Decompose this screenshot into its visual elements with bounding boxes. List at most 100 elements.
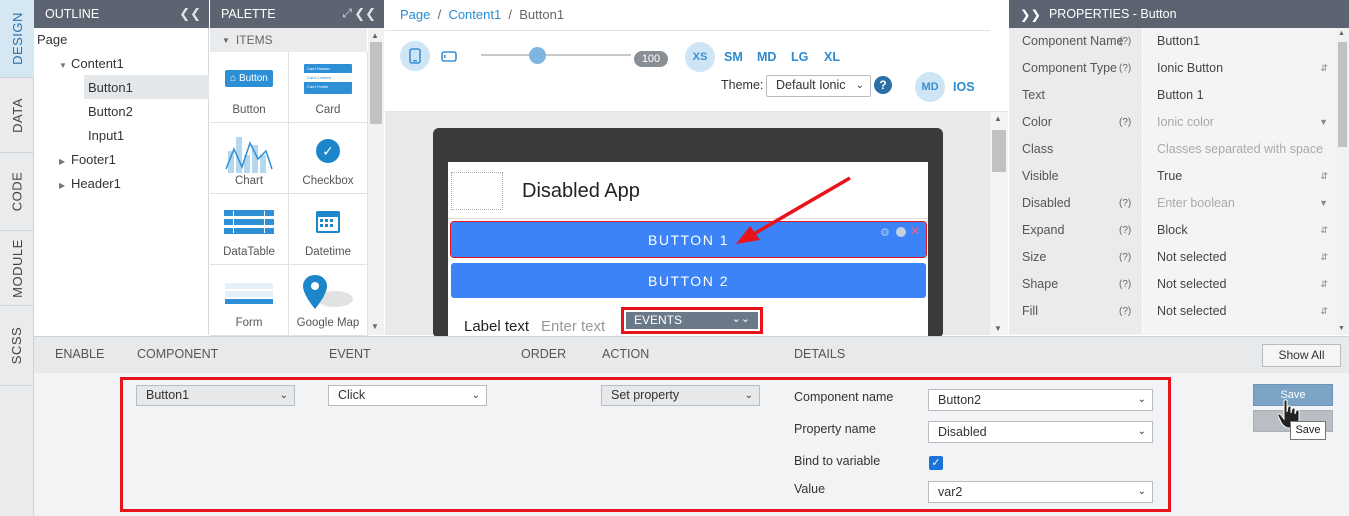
property-name-select[interactable]: Disabled ⌄ <box>928 421 1153 443</box>
scroll-up-icon[interactable]: ▲ <box>994 114 1002 123</box>
input-placeholder[interactable]: Enter text <box>541 318 605 335</box>
prop-row-fill[interactable]: Fill (?) Not selected ⇵ <box>1009 298 1336 325</box>
ionic-button-2[interactable]: BUTTON 2 <box>451 263 926 298</box>
prop-value[interactable]: True ⇵ <box>1143 163 1336 190</box>
size-sm-button[interactable]: SM <box>724 50 743 64</box>
gear-icon[interactable]: ⚙ <box>880 226 890 239</box>
zoom-slider-handle[interactable] <box>529 47 546 64</box>
help-icon[interactable]: ? <box>874 76 892 94</box>
help-icon[interactable]: (?) <box>1119 55 1131 82</box>
scroll-down-icon[interactable]: ▼ <box>371 322 379 331</box>
prop-value[interactable]: Ionic color ▼ <box>1143 109 1336 136</box>
tab-design[interactable]: DESIGN <box>0 0 34 78</box>
close-icon[interactable]: ✕ <box>910 224 920 238</box>
size-md-button[interactable]: MD <box>757 50 776 64</box>
help-icon[interactable]: (?) <box>1119 109 1131 136</box>
bind-to-variable-checkbox[interactable]: ✓ <box>929 456 943 470</box>
help-icon[interactable]: (?) <box>1119 28 1131 55</box>
palette-scroll-thumb[interactable] <box>370 42 382 124</box>
scroll-up-icon[interactable]: ▲ <box>371 31 379 40</box>
tree-item-header1[interactable]: ▶ Header1 <box>59 176 121 191</box>
collapse-right-icon[interactable]: ❯❯ <box>1020 7 1041 22</box>
expanded-arrow-icon[interactable]: ▼ <box>59 61 71 70</box>
action-select[interactable]: Set property ⌄ <box>601 385 760 406</box>
value-select[interactable]: var2 ⌄ <box>928 481 1153 503</box>
prop-row-color[interactable]: Color (?) Ionic color ▼ <box>1009 109 1336 136</box>
help-icon[interactable]: (?) <box>1119 244 1131 271</box>
canvas-scroll-thumb[interactable] <box>992 130 1006 172</box>
prop-value[interactable]: Not selected ⇵ <box>1143 298 1336 325</box>
scroll-down-icon[interactable]: ▼ <box>994 324 1002 333</box>
copy-icon[interactable] <box>896 227 906 237</box>
size-xl-button[interactable]: XL <box>824 50 840 64</box>
prop-row-component-name[interactable]: Component Name (?) Button1 <box>1009 28 1336 55</box>
component-name-select[interactable]: Button2 ⌄ <box>928 389 1153 411</box>
palette-section-header[interactable]: ▼ ITEMS <box>210 28 367 52</box>
collapse-left-icon[interactable]: ❮❮ <box>354 6 376 22</box>
prop-row-size[interactable]: Size (?) Not selected ⇵ <box>1009 244 1336 271</box>
theme-select[interactable]: Default Ionic ⌄ <box>766 75 871 97</box>
tab-module[interactable]: MODULE <box>0 231 34 306</box>
size-xs-button[interactable]: XS <box>685 42 715 72</box>
prop-row-shape[interactable]: Shape (?) Not selected ⇵ <box>1009 271 1336 298</box>
prop-value[interactable]: Button 1 <box>1143 82 1336 109</box>
help-icon[interactable]: (?) <box>1119 298 1131 325</box>
prop-row-class[interactable]: Class Classes separated with space <box>1009 136 1336 163</box>
event-select[interactable]: Click ⌄ <box>328 385 487 406</box>
prop-value[interactable]: Ionic Button ⇵ <box>1143 55 1336 82</box>
show-all-button[interactable]: Show All <box>1262 344 1341 367</box>
prop-row-component-type[interactable]: Component Type (?) Ionic Button ⇵ <box>1009 55 1336 82</box>
mode-ios-button[interactable]: IOS <box>953 80 975 94</box>
tab-data[interactable]: DATA <box>0 78 34 153</box>
palette-item-button[interactable]: ⌂ Button Button <box>210 52 289 123</box>
canvas-scrollbar[interactable]: ▲ ▼ <box>990 112 1008 335</box>
help-icon[interactable]: (?) <box>1119 190 1131 217</box>
mode-md-button[interactable]: MD <box>915 72 945 102</box>
palette-item-form[interactable]: Form <box>210 265 289 336</box>
tree-item-button2[interactable]: Button2 <box>88 104 133 119</box>
expand-icon[interactable]: ⤢ <box>342 6 352 21</box>
prop-value[interactable]: Classes separated with space <box>1143 136 1336 163</box>
palette-item-datetime[interactable]: Datetime <box>289 194 368 265</box>
prop-row-text[interactable]: Text Button 1 <box>1009 82 1336 109</box>
palette-item-google-map[interactable]: Google Map <box>289 265 368 336</box>
events-dropdown[interactable]: EVENTS ⌄⌄ <box>626 312 758 329</box>
prop-row-expand[interactable]: Expand (?) Block ⇵ <box>1009 217 1336 244</box>
properties-scroll-thumb[interactable] <box>1338 42 1347 147</box>
prop-value[interactable]: Not selected ⇵ <box>1143 271 1336 298</box>
prop-value[interactable]: Button1 <box>1143 28 1336 55</box>
component-select[interactable]: Button1 ⌄ <box>136 385 295 406</box>
properties-scrollbar[interactable]: ▲ ▼ <box>1336 28 1349 335</box>
collapsed-arrow-icon[interactable]: ▶ <box>59 157 71 166</box>
collapsed-arrow-icon[interactable]: ▶ <box>59 181 71 190</box>
breadcrumb-content1[interactable]: Content1 <box>448 7 501 22</box>
prop-value[interactable]: Block ⇵ <box>1143 217 1336 244</box>
help-icon[interactable]: (?) <box>1119 271 1131 298</box>
prop-value[interactable]: Not selected ⇵ <box>1143 244 1336 271</box>
tree-item-input1[interactable]: Input1 <box>88 128 124 143</box>
tab-scss[interactable]: SCSS <box>0 306 34 386</box>
palette-item-checkbox[interactable]: ✓ Checkbox <box>289 123 368 194</box>
prop-row-visible[interactable]: Visible True ⇵ <box>1009 163 1336 190</box>
image-placeholder[interactable] <box>451 172 503 210</box>
palette-item-card[interactable]: Card Header Card Content Card Footer Car… <box>289 52 368 123</box>
collapse-left-icon[interactable]: ❮❮ <box>179 6 201 22</box>
tab-code[interactable]: CODE <box>0 153 34 231</box>
prop-value[interactable]: Enter boolean ▼ <box>1143 190 1336 217</box>
help-icon[interactable]: (?) <box>1119 217 1131 244</box>
scroll-down-icon[interactable]: ▼ <box>1338 325 1345 332</box>
tree-item-footer1[interactable]: ▶ Footer1 <box>59 152 116 167</box>
palette-item-chart[interactable]: Chart <box>210 123 289 194</box>
palette-item-datatable[interactable]: DataTable <box>210 194 289 265</box>
breadcrumb-page[interactable]: Page <box>400 7 430 22</box>
tree-item-content1[interactable]: ▼ Content1 <box>59 56 124 71</box>
tree-item-button1[interactable]: Button1 <box>88 80 133 95</box>
prop-row-disabled[interactable]: Disabled (?) Enter boolean ▼ <box>1009 190 1336 217</box>
portrait-device-icon[interactable] <box>400 41 430 71</box>
landscape-device-icon[interactable] <box>441 51 457 62</box>
palette-scrollbar[interactable]: ▲ ▼ <box>368 28 384 335</box>
size-lg-button[interactable]: LG <box>791 50 808 64</box>
tree-item-page[interactable]: Page <box>37 32 67 47</box>
scroll-up-icon[interactable]: ▲ <box>1338 30 1345 37</box>
zoom-slider-track[interactable] <box>481 54 631 56</box>
